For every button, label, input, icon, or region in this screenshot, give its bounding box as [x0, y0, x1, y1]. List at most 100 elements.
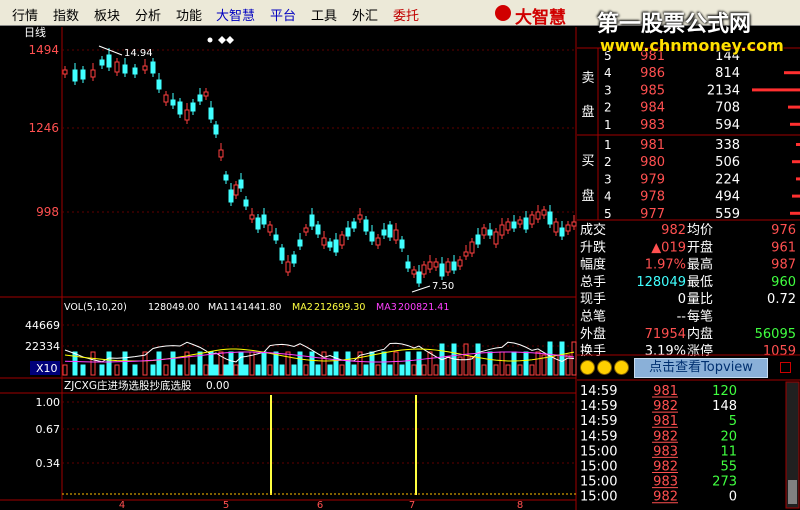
tick-time-3: 14:59 [580, 429, 617, 444]
vol-bar-58 [433, 364, 439, 376]
sell-price-3: 984 [640, 101, 665, 116]
candle-body-48 [375, 237, 381, 246]
buy-level-4: 5 [604, 207, 612, 221]
vol-bar-72 [517, 364, 523, 376]
candle-body-65 [475, 234, 481, 245]
tick-scrollbar-thumb[interactable] [788, 480, 797, 504]
sell-label-2: 盘 [581, 104, 594, 120]
vol-bar-75 [535, 351, 541, 376]
x-tick-3: 7 [409, 500, 415, 510]
sell-level-2: 3 [604, 83, 612, 97]
vol-bar-46 [363, 364, 369, 376]
candle-body-47 [369, 231, 375, 242]
ma1-value: 141441.80 [230, 302, 281, 313]
stat-value-a-5: -- [677, 310, 687, 325]
stat-value-a-7: 3.19% [645, 344, 686, 359]
candle-body-54 [411, 269, 417, 275]
vol-bar-16 [190, 364, 196, 376]
buy-price-2: 979 [640, 172, 665, 187]
candle-body-81 [571, 221, 577, 227]
stat-value-b-0: 976 [771, 223, 796, 238]
sell-bar-1 [784, 71, 800, 75]
price-tick-0: 1494 [28, 43, 59, 57]
high-label: 14.94 [124, 48, 153, 59]
ind-header: ZJCXG庄进场选股抄底选股 [64, 379, 192, 392]
tick-time-1: 14:59 [580, 399, 617, 414]
vol-bar-23 [228, 351, 234, 376]
vol-bar-36 [303, 364, 309, 376]
tick-time-4: 15:00 [580, 444, 617, 459]
circle-button-3[interactable] [614, 360, 629, 375]
candle-body-36 [303, 227, 309, 233]
vol-bar-32 [279, 364, 285, 376]
candle-body-40 [327, 241, 333, 248]
candle-body-4 [99, 59, 105, 66]
stat-label-a-6: 外盘 [580, 326, 606, 342]
vol-bar-51 [393, 351, 399, 376]
ma3-label: MA3 [376, 302, 397, 313]
candle-body-29 [261, 214, 267, 225]
vol-bar-55 [416, 351, 422, 376]
buy-bar-1 [792, 160, 800, 164]
candle-body-20 [213, 124, 219, 135]
circle-button-1[interactable] [580, 360, 595, 375]
vol-bar-5 [106, 351, 112, 376]
buy-level-0: 1 [604, 138, 612, 152]
candle-body-42 [339, 234, 345, 246]
circle-button-2[interactable] [597, 360, 612, 375]
candle-body-38 [315, 224, 321, 235]
candle-body-18 [203, 91, 209, 97]
sell-vol-1: 814 [715, 66, 740, 81]
vol-bar-73 [523, 351, 529, 376]
vol-bar-19 [208, 351, 214, 376]
candle-body-52 [399, 239, 405, 249]
vol-bar-52 [399, 364, 405, 376]
vol-bar-56 [421, 364, 427, 376]
vol-bar-12 [163, 364, 169, 376]
stat-label-a-0: 成交 [580, 222, 606, 238]
vol-bar-68 [493, 364, 499, 376]
candle-body-12 [163, 94, 169, 103]
vol-tick-1: 22334 [25, 340, 60, 353]
kline-chart: 日线149412469984466922334X101.000.670.344 5… [0, 25, 800, 510]
sell-price-1: 986 [640, 66, 665, 81]
vol-bar-54 [411, 364, 417, 376]
sell-level-4: 1 [604, 118, 612, 132]
sell-bar-3 [788, 105, 800, 109]
tick-time-5: 15:00 [580, 460, 617, 475]
square-button[interactable] [780, 362, 791, 373]
tick-vol-3: 20 [720, 429, 737, 444]
vol-bar-29 [261, 351, 267, 376]
candle-body-80 [565, 224, 571, 232]
x-tick-0: 4 [119, 500, 125, 510]
stat-label-b-1: 开盘 [687, 239, 713, 255]
vol-tick-0: 44669 [25, 319, 60, 332]
ma2-label: MA2 [292, 302, 313, 313]
candle-body-34 [291, 254, 297, 264]
candle-body-62 [457, 259, 463, 267]
vol-bar-65 [475, 343, 481, 376]
candle-body-79 [559, 227, 565, 237]
tick-time-0: 14:59 [580, 384, 617, 399]
marker-dot [207, 37, 213, 43]
sell-price-4: 983 [640, 118, 665, 133]
buy-label-2: 盘 [581, 188, 594, 204]
vol-bar-14 [177, 364, 183, 376]
candle-body-17 [197, 94, 203, 102]
sell-bar-4 [790, 122, 800, 126]
vol-bar-1 [72, 351, 78, 376]
topview-button[interactable]: 点击查看Topview [634, 358, 768, 378]
candle-body-78 [553, 221, 559, 233]
vol-bar-3 [90, 351, 96, 376]
sell-price-2: 985 [640, 83, 665, 98]
vol-bar-41 [333, 351, 339, 376]
candle-body-58 [433, 261, 439, 268]
candle-body-37 [309, 214, 315, 227]
vol-bar-69 [499, 351, 505, 376]
buy-bar-0 [796, 143, 800, 146]
vol-bar-6 [114, 364, 120, 376]
buy-vol-0: 338 [715, 138, 740, 153]
ma3-value: 200821.41 [398, 302, 449, 313]
ind-tick-2: 0.34 [36, 457, 61, 470]
vol-bar-7 [122, 351, 128, 376]
